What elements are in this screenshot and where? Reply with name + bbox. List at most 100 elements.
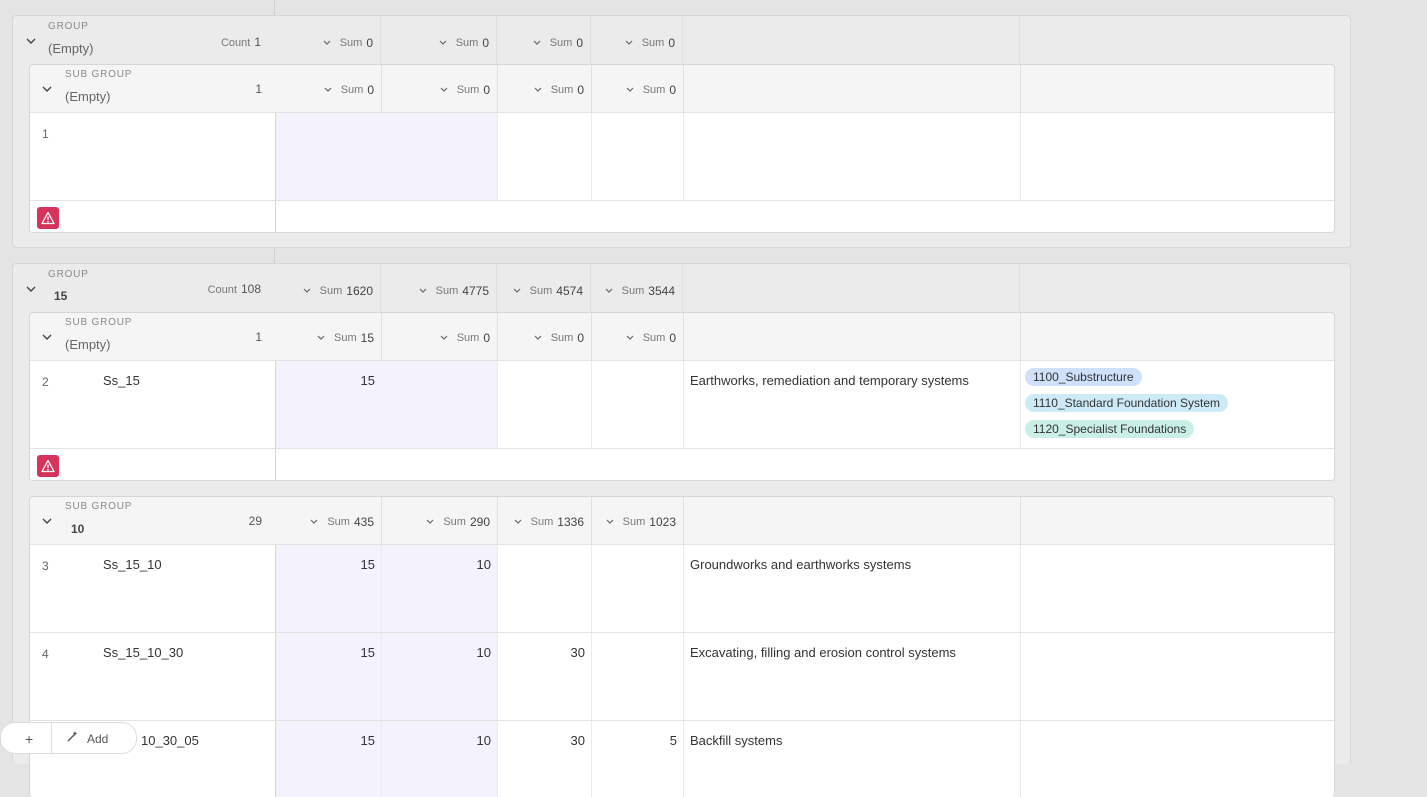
subgroup-label: SUB GROUP <box>65 317 133 328</box>
row-code[interactable]: Ss_15_10_30 <box>103 645 183 660</box>
row-code[interactable]: Ss_15_10 <box>103 557 162 572</box>
subgroup-sum-3[interactable]: Sum 1336 <box>498 512 584 532</box>
subgroup-sum-3[interactable]: Sum 0 <box>498 80 584 100</box>
add-button[interactable]: Add <box>87 732 108 746</box>
column-divider <box>497 497 498 544</box>
table-row[interactable]: 4 Ss_15_10_30 15 10 30 Excavating, filli… <box>30 632 1334 721</box>
tag-chip[interactable]: 1110_Standard Foundation System <box>1025 394 1229 412</box>
row-value-2[interactable]: 10 <box>390 557 491 572</box>
row-description[interactable]: Excavating, filling and erosion control … <box>690 645 956 660</box>
row-value-1[interactable]: 15 <box>290 645 375 660</box>
row-value-4[interactable]: 5 <box>595 733 677 748</box>
row-value-2[interactable]: 10 <box>390 645 491 660</box>
row-value-3[interactable]: 30 <box>500 733 585 748</box>
column-divider <box>497 633 498 721</box>
chevron-down-icon <box>534 87 542 92</box>
column-divider <box>381 497 382 544</box>
group-sum-1[interactable]: Sum 0 <box>275 33 373 53</box>
warning-icon[interactable] <box>37 455 59 477</box>
subgroup-sum-2[interactable]: Sum 0 <box>382 328 490 348</box>
table-row[interactable]: 3 Ss_15_10 15 10 Groundworks and earthwo… <box>30 544 1334 633</box>
group-sum-2[interactable]: Sum 4775 <box>381 281 489 301</box>
column-divider <box>683 313 684 360</box>
column-divider <box>497 113 498 201</box>
collapse-group-chevron-icon[interactable] <box>25 35 37 47</box>
collapse-subgroup-chevron-icon[interactable] <box>41 83 53 95</box>
collapse-subgroup-chevron-icon[interactable] <box>41 515 53 527</box>
column-divider <box>1019 264 1020 312</box>
group-sum-2[interactable]: Sum 0 <box>381 33 489 53</box>
chevron-down-icon <box>606 519 614 524</box>
column-divider <box>1020 65 1021 112</box>
column-divider <box>497 65 498 112</box>
subgroup-sum-2[interactable]: Sum 290 <box>382 512 490 532</box>
chevron-down-icon <box>625 40 633 45</box>
column-divider <box>496 16 497 64</box>
subgroup-sum-1[interactable]: Sum 15 <box>276 328 374 348</box>
row-number: 3 <box>42 559 49 573</box>
chevron-down-icon <box>626 335 634 340</box>
frozen-divider <box>275 201 276 232</box>
row-value-1[interactable]: 15 <box>290 557 375 572</box>
column-divider <box>590 264 591 312</box>
subgroup-sum-3[interactable]: Sum 0 <box>498 328 584 348</box>
column-divider <box>381 313 382 360</box>
row-value-3[interactable]: 30 <box>500 645 585 660</box>
column-divider <box>591 497 592 544</box>
row-description[interactable]: Earthworks, remediation and temporary sy… <box>690 373 969 388</box>
subgroup-footer <box>30 448 1334 480</box>
group-sum-4[interactable]: Sum 3544 <box>591 281 675 301</box>
tag-chip[interactable]: 1100_Substructure <box>1025 368 1142 386</box>
table-row[interactable]: 1 <box>30 112 1334 201</box>
subgroup-count: 1 <box>255 82 262 96</box>
column-divider <box>496 264 497 312</box>
column-divider <box>1020 361 1021 449</box>
subgroup-count: 1 <box>255 330 262 344</box>
collapse-subgroup-chevron-icon[interactable] <box>41 331 53 343</box>
column-divider <box>591 361 592 449</box>
column-divider <box>1020 497 1021 544</box>
subgroup-sum-4[interactable]: Sum 0 <box>592 80 676 100</box>
column-divider <box>683 113 684 201</box>
chevron-down-icon <box>513 288 521 293</box>
group-sum-1[interactable]: Sum 1620 <box>275 281 373 301</box>
chevron-down-icon <box>324 87 332 92</box>
row-code[interactable]: Ss_15 <box>103 373 140 388</box>
group-sum-3[interactable]: Sum 4574 <box>497 281 583 301</box>
column-divider <box>591 633 592 721</box>
group-count: Count 1 <box>220 35 261 49</box>
subgroup-empty: SUB GROUP (Empty) 1 Sum 15 Sum 0 Sum 0 Sum 0… <box>29 312 1335 481</box>
subgroup-sum-4[interactable]: Sum 1023 <box>592 512 676 532</box>
column-divider <box>497 545 498 633</box>
chevron-down-icon <box>317 335 325 340</box>
group-sum-4[interactable]: Sum 0 <box>591 33 675 53</box>
subgroup-sum-1[interactable]: Sum 0 <box>276 80 374 100</box>
chevron-down-icon <box>605 288 613 293</box>
frozen-divider <box>275 361 276 449</box>
table-row[interactable]: 2 Ss_15 15 Earthworks, remediation and t… <box>30 360 1334 449</box>
column-divider <box>682 16 683 64</box>
collapse-group-chevron-icon[interactable] <box>25 283 37 295</box>
subgroup-sum-1[interactable]: Sum 435 <box>276 512 374 532</box>
row-description[interactable]: Groundworks and earthworks systems <box>690 557 911 572</box>
add-record-bar: + Add <box>0 722 137 754</box>
row-number: 2 <box>42 375 49 389</box>
column-divider <box>683 497 684 544</box>
subgroup-sum-4[interactable]: Sum 0 <box>592 328 676 348</box>
group-sum-3[interactable]: Sum 0 <box>497 33 583 53</box>
tag-chip[interactable]: 1120_Specialist Foundations <box>1025 420 1195 438</box>
row-value-1[interactable]: 15 <box>290 733 375 748</box>
row-value-1[interactable]: 15 <box>290 373 375 388</box>
frozen-divider <box>275 113 276 201</box>
chevron-down-icon <box>533 40 541 45</box>
row-description[interactable]: Backfill systems <box>690 733 782 748</box>
row-value-2[interactable]: 10 <box>390 733 491 748</box>
column-divider <box>381 65 382 112</box>
warning-icon[interactable] <box>37 207 59 229</box>
row-code[interactable]: 10_30_05 <box>141 733 199 748</box>
table-row[interactable]: 10_30_05 15 10 30 5 Backfill systems <box>30 720 1334 797</box>
subgroup-sum-2[interactable]: Sum 0 <box>382 80 490 100</box>
subgroup-name: 10 <box>71 522 85 536</box>
group-name: 15 <box>54 289 68 303</box>
plus-icon[interactable]: + <box>25 731 33 747</box>
